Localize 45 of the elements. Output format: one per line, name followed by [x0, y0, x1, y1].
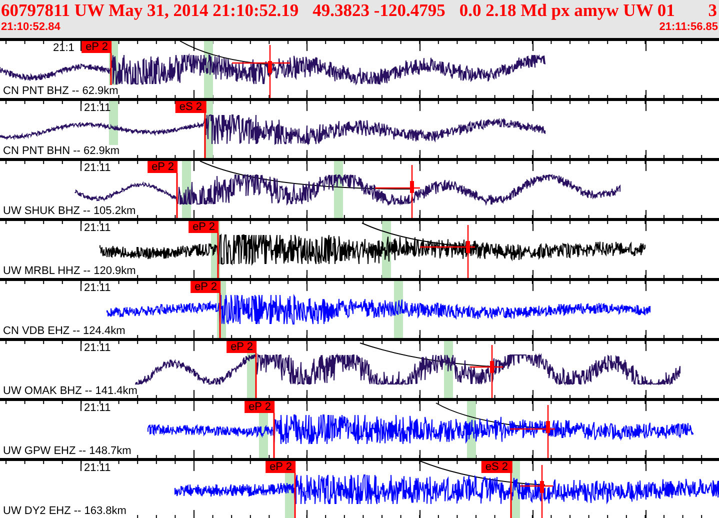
pick-line: [273, 413, 275, 458]
end-time-label: 21:11:56.85: [659, 20, 718, 35]
event-summary-text: 49.3823 -120.4795: [312, 0, 446, 20]
phase-pick-flag[interactable]: eS 2: [481, 461, 512, 473]
pick-line: [510, 473, 512, 518]
channel-label: CN PNT BHZ -- 62.9km: [3, 85, 118, 98]
channel-label: UW SHUK BHZ -- 105.2km: [3, 205, 136, 218]
pick-line: [255, 353, 257, 398]
phase-pick-flag[interactable]: eP 2: [244, 401, 275, 413]
channel-label: UW DY2 EHZ -- 163.8km: [3, 505, 126, 518]
time-tick-label: 21:11: [84, 162, 111, 175]
phase-pick-flag[interactable]: eP 2: [226, 341, 257, 353]
channel-label: UW MRBL HHZ -- 120.9km: [3, 265, 136, 278]
pick-line: [219, 293, 221, 338]
amplitude-marker: [231, 44, 291, 98]
time-tick-label: 21:11: [84, 102, 111, 115]
start-time-label: 21:10:52.84: [1, 20, 60, 35]
time-tick-label: 21:11: [84, 282, 111, 295]
pick-line: [294, 473, 296, 518]
channel-label: CN VDB EHZ -- 124.4km: [3, 325, 126, 338]
phase-pick-flag[interactable]: eS 2: [175, 101, 206, 113]
phase-pick-flag[interactable]: eP 2: [190, 281, 221, 293]
event-summary-text: 3: [708, 0, 718, 20]
time-tick-label: 21:11: [84, 342, 111, 355]
channel-label: UW GPW EHZ -- 148.7km: [3, 445, 132, 458]
channel-label: UW OMAK BHZ -- 141.4km: [3, 385, 138, 398]
time-tick-label: 21:11: [84, 222, 111, 235]
event-summary-text: 60797811 UW May 31, 2014 21:10:52.19: [1, 0, 299, 20]
amplitude-marker: [469, 344, 504, 398]
time-tick-label: 21:11: [84, 402, 111, 415]
pick-line: [217, 233, 219, 278]
pick-line: [204, 113, 206, 158]
channel-label: CN PNT BHN -- 62.9km: [3, 145, 120, 158]
phase-pick-flag[interactable]: eP 2: [82, 41, 112, 53]
amplitude-marker: [374, 164, 421, 218]
phase-pick-flag[interactable]: eP 2: [266, 461, 296, 473]
phase-pick-flag[interactable]: eP 2: [148, 161, 178, 173]
pick-line: [176, 173, 178, 218]
phase-pick-flag[interactable]: eP 2: [188, 221, 219, 233]
amplitude-marker: [419, 224, 476, 278]
time-tick-label: 21:11: [84, 462, 111, 475]
amplitude-marker: [509, 404, 556, 458]
amplitude-marker: [519, 464, 554, 518]
event-summary-text: 0.0 2.18 Md px amyw UW 01: [459, 0, 675, 20]
time-tick-label: 21:1: [53, 42, 74, 55]
